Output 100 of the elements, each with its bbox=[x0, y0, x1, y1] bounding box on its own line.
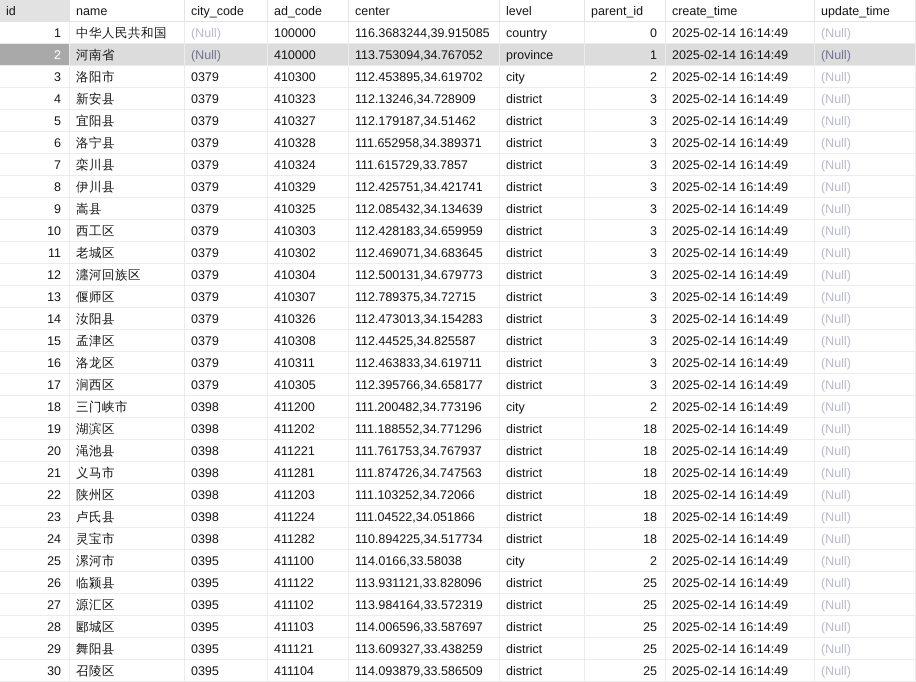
table-cell: 0379 bbox=[185, 220, 268, 242]
table-cell: 112.395766,34.658177 bbox=[349, 374, 500, 396]
table-cell: 0379 bbox=[185, 264, 268, 286]
column-header[interactable]: city_code bbox=[185, 0, 268, 22]
table-cell: 0395 bbox=[185, 594, 268, 616]
table-cell: 0379 bbox=[185, 352, 268, 374]
table-cell: district bbox=[500, 440, 585, 462]
table-cell: city bbox=[500, 550, 585, 572]
table-cell: 27 bbox=[0, 594, 70, 616]
column-header[interactable]: ad_code bbox=[268, 0, 349, 22]
table-cell: 1 bbox=[0, 22, 70, 44]
table-cell: 瀍河回族区 bbox=[70, 264, 185, 286]
table-cell: 3 bbox=[0, 66, 70, 88]
table-cell: 舞阳县 bbox=[70, 638, 185, 660]
table-cell: 113.931121,33.828096 bbox=[349, 572, 500, 594]
table-cell: 2025-02-14 16:14:49 bbox=[666, 660, 815, 682]
table-cell: 2025-02-14 16:14:49 bbox=[666, 286, 815, 308]
column-header[interactable]: create_time bbox=[666, 0, 815, 22]
table-cell: 411121 bbox=[268, 638, 349, 660]
table-cell: 112.473013,34.154283 bbox=[349, 308, 500, 330]
table-cell: district bbox=[500, 132, 585, 154]
table-cell: 18 bbox=[585, 462, 666, 484]
table-cell: 3 bbox=[585, 176, 666, 198]
table-cell: 洛阳市 bbox=[70, 66, 185, 88]
column-header[interactable]: name bbox=[70, 0, 185, 22]
table-cell: 411282 bbox=[268, 528, 349, 550]
table-cell: district bbox=[500, 176, 585, 198]
table-cell: district bbox=[500, 308, 585, 330]
column-header[interactable]: level bbox=[500, 0, 585, 22]
table-cell: district bbox=[500, 154, 585, 176]
table-cell: 111.103252,34.72066 bbox=[349, 484, 500, 506]
table-cell: 410308 bbox=[268, 330, 349, 352]
table-cell: 0379 bbox=[185, 88, 268, 110]
table-cell: 111.04522,34.051866 bbox=[349, 506, 500, 528]
table-cell: district bbox=[500, 418, 585, 440]
table-cell: 2025-02-14 16:14:49 bbox=[666, 550, 815, 572]
table-cell: 9 bbox=[0, 198, 70, 220]
table-cell: 112.085432,34.134639 bbox=[349, 198, 500, 220]
table-cell: 410323 bbox=[268, 88, 349, 110]
table-cell: 410326 bbox=[268, 308, 349, 330]
table-cell: 22 bbox=[0, 484, 70, 506]
table-cell: 3 bbox=[585, 374, 666, 396]
table-cell: (Null) bbox=[815, 242, 916, 264]
table-cell: 陕州区 bbox=[70, 484, 185, 506]
table-cell: (Null) bbox=[815, 330, 916, 352]
table-cell: 2025-02-14 16:14:49 bbox=[666, 44, 815, 66]
table-cell: 23 bbox=[0, 506, 70, 528]
table-cell: 8 bbox=[0, 176, 70, 198]
table-cell: 410304 bbox=[268, 264, 349, 286]
table-cell: 0398 bbox=[185, 484, 268, 506]
table-cell: 111.188552,34.771296 bbox=[349, 418, 500, 440]
table-cell: 0398 bbox=[185, 396, 268, 418]
table-cell: 10 bbox=[0, 220, 70, 242]
table-cell: district bbox=[500, 660, 585, 682]
table-cell: 11 bbox=[0, 242, 70, 264]
table-cell: district bbox=[500, 286, 585, 308]
table-cell: 2 bbox=[585, 396, 666, 418]
table-cell: 0379 bbox=[185, 198, 268, 220]
table-cell: 410329 bbox=[268, 176, 349, 198]
table-cell: 洛宁县 bbox=[70, 132, 185, 154]
table-cell: 112.500131,34.679773 bbox=[349, 264, 500, 286]
table-cell: (Null) bbox=[815, 22, 916, 44]
table-cell: district bbox=[500, 528, 585, 550]
table-cell: 3 bbox=[585, 220, 666, 242]
table-cell: 涧西区 bbox=[70, 374, 185, 396]
table-cell: 3 bbox=[585, 352, 666, 374]
table-cell: 410303 bbox=[268, 220, 349, 242]
table-cell: 2025-02-14 16:14:49 bbox=[666, 352, 815, 374]
column-header[interactable]: center bbox=[349, 0, 500, 22]
table-cell: 113.753094,34.767052 bbox=[349, 44, 500, 66]
table-cell: 20 bbox=[0, 440, 70, 462]
table-cell: (Null) bbox=[815, 418, 916, 440]
table-cell: district bbox=[500, 330, 585, 352]
table-cell: 0398 bbox=[185, 462, 268, 484]
table-cell: (Null) bbox=[815, 308, 916, 330]
table-cell: 0395 bbox=[185, 638, 268, 660]
table-cell: (Null) bbox=[815, 110, 916, 132]
table-cell: 0 bbox=[585, 22, 666, 44]
table-cell: 18 bbox=[0, 396, 70, 418]
table-cell: 召陵区 bbox=[70, 660, 185, 682]
table-cell: 411103 bbox=[268, 616, 349, 638]
table-cell: district bbox=[500, 264, 585, 286]
table-cell: 26 bbox=[0, 572, 70, 594]
table-cell: district bbox=[500, 242, 585, 264]
column-header[interactable]: parent_id bbox=[585, 0, 666, 22]
table-cell: 郾城区 bbox=[70, 616, 185, 638]
column-header[interactable]: update_time bbox=[815, 0, 916, 22]
table-cell: (Null) bbox=[815, 220, 916, 242]
table-cell: 111.761753,34.767937 bbox=[349, 440, 500, 462]
table-cell: district bbox=[500, 110, 585, 132]
table-cell: (Null) bbox=[815, 594, 916, 616]
column-header[interactable]: id bbox=[0, 0, 70, 22]
table-cell: (Null) bbox=[815, 374, 916, 396]
table-cell: 4 bbox=[0, 88, 70, 110]
table-cell: 410325 bbox=[268, 198, 349, 220]
table-cell: 16 bbox=[0, 352, 70, 374]
table-cell: 2025-02-14 16:14:49 bbox=[666, 242, 815, 264]
table-cell: 三门峡市 bbox=[70, 396, 185, 418]
table-cell: (Null) bbox=[815, 198, 916, 220]
table-cell: 孟津区 bbox=[70, 330, 185, 352]
